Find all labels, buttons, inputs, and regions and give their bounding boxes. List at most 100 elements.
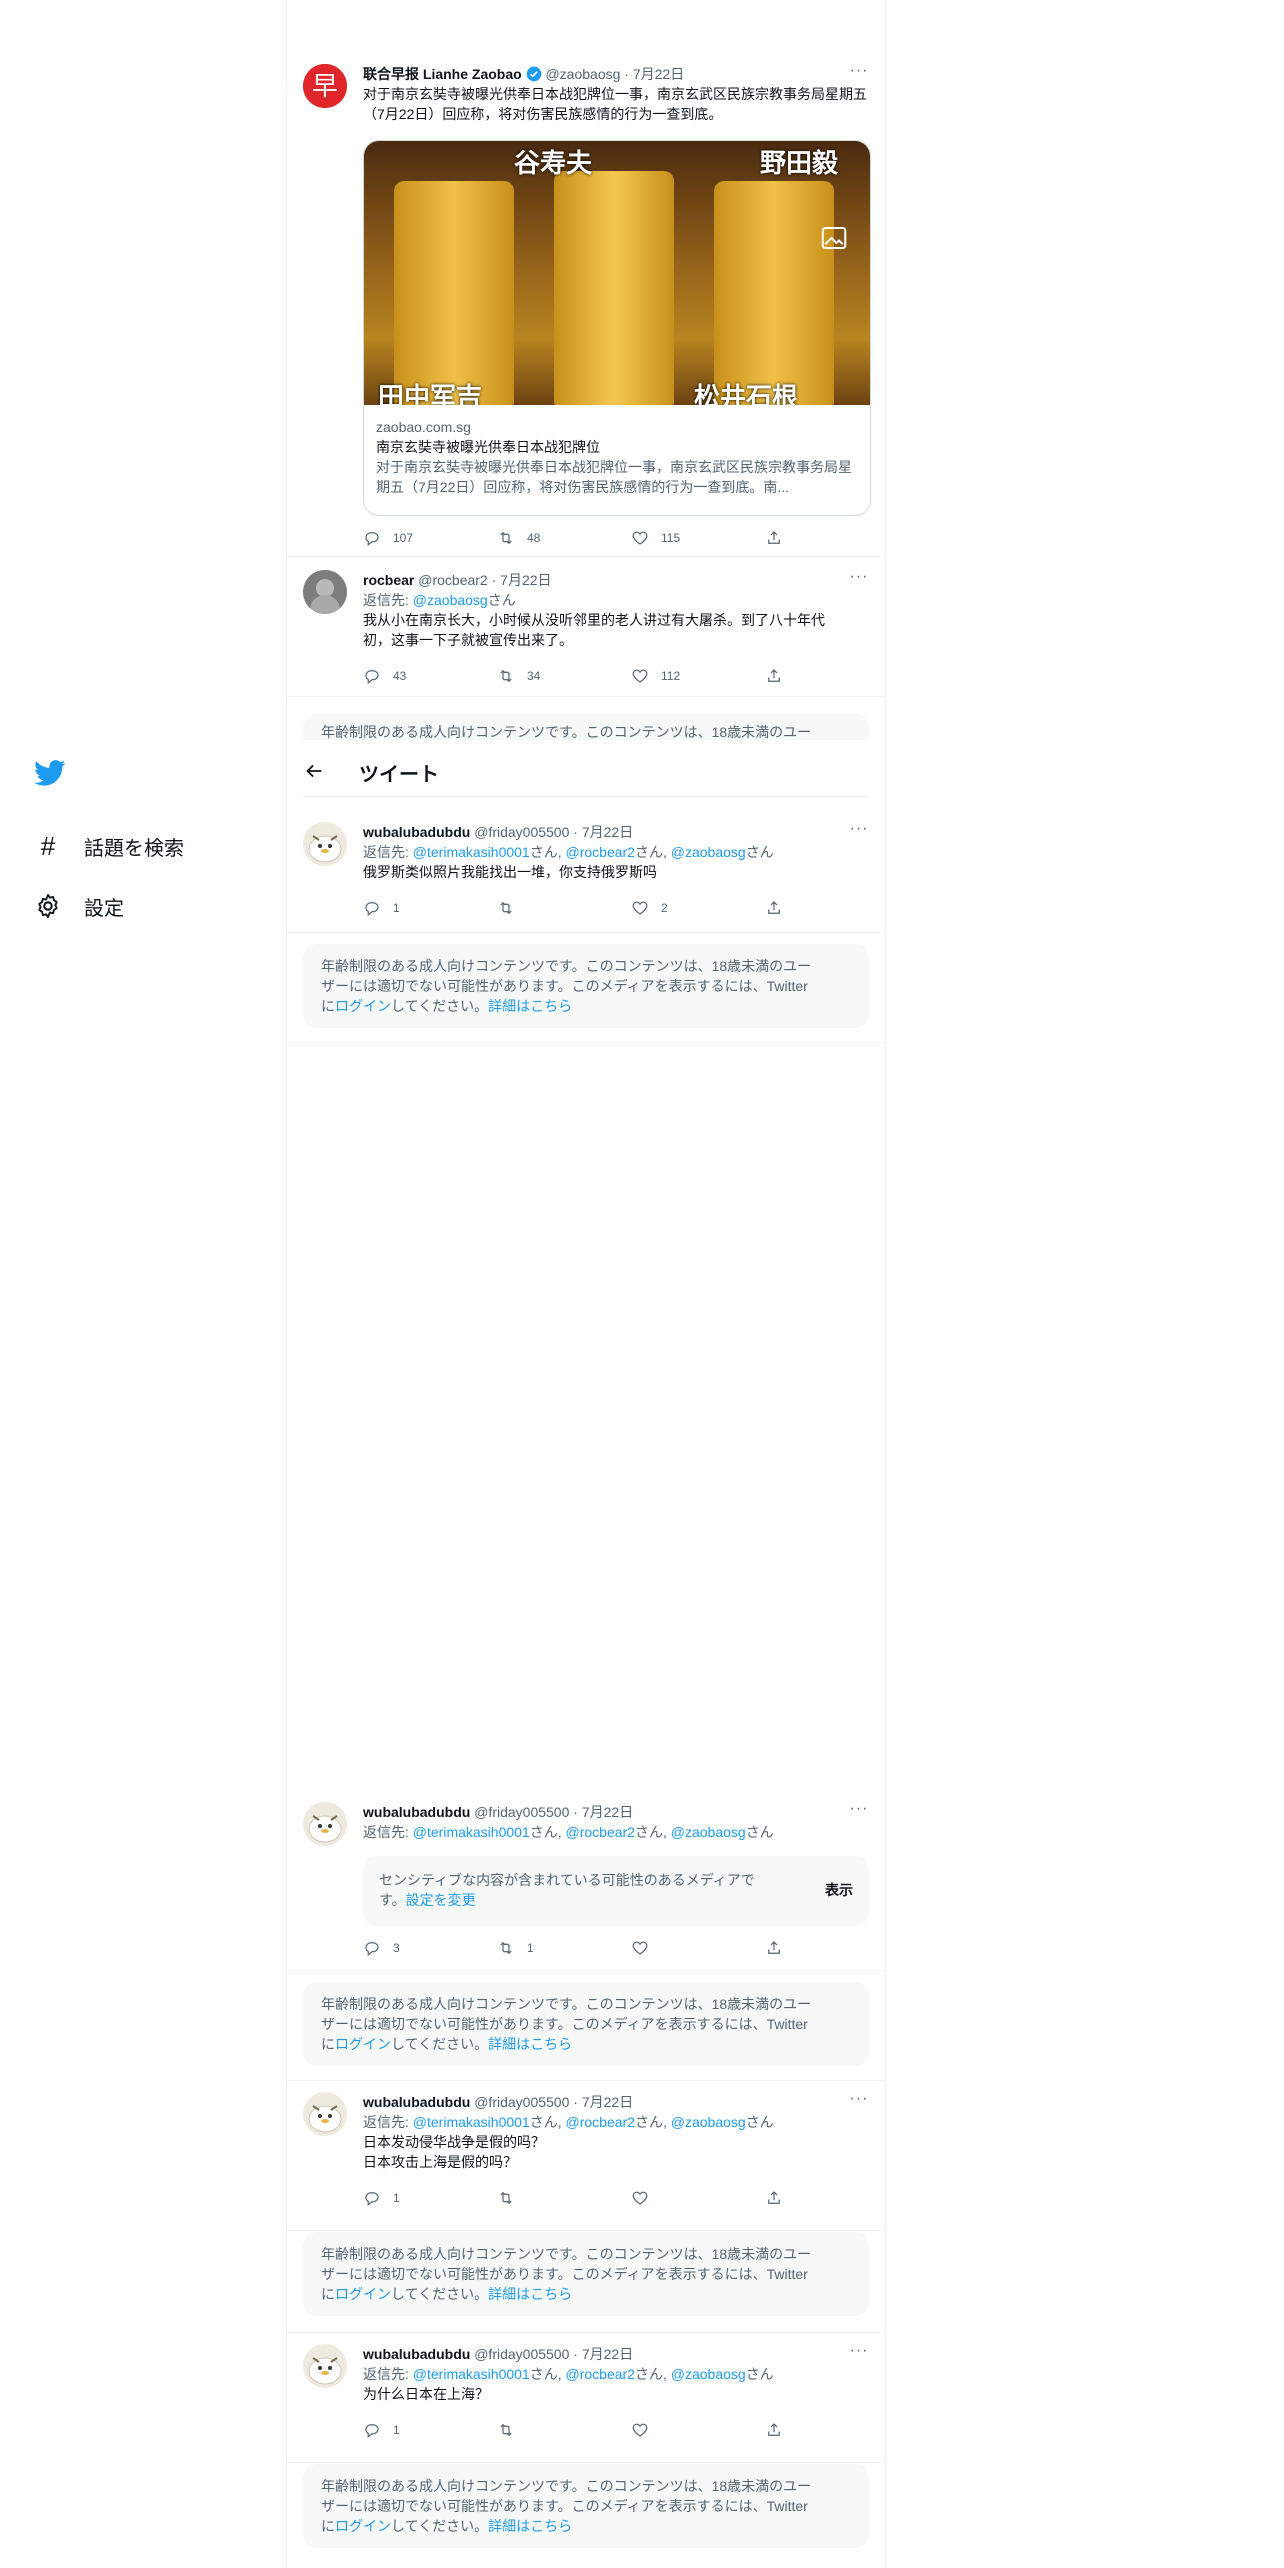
author-handle[interactable]: @friday005500: [474, 2094, 569, 2110]
sidebar-item-settings[interactable]: 設定: [34, 886, 124, 926]
heart-icon: [632, 531, 648, 545]
learn-more-link[interactable]: 詳細はこちら: [488, 2036, 572, 2052]
mention-link[interactable]: @zaobaosg: [671, 2114, 746, 2130]
reply-button[interactable]: 1: [363, 899, 497, 917]
mention-link[interactable]: @rocbear2: [566, 2114, 635, 2130]
mention-link[interactable]: @zaobaosg: [671, 844, 746, 860]
share-button[interactable]: [765, 899, 899, 917]
show-media-button[interactable]: 表示: [825, 1880, 853, 1900]
author-handle[interactable]: @rocbear2: [418, 572, 487, 588]
like-button[interactable]: 2: [631, 899, 765, 917]
tweet-reply[interactable]: rocbear @rocbear2 · 7月22日 返信先: @zaobaosg…: [287, 556, 885, 697]
mention-link[interactable]: @zaobaosg: [413, 592, 488, 608]
like-button[interactable]: [631, 2189, 765, 2207]
tweet-date[interactable]: 7月22日: [582, 824, 633, 840]
back-arrow-icon[interactable]: [303, 760, 327, 784]
avatar[interactable]: [303, 2092, 347, 2136]
tweet-reply[interactable]: wubalubadubdu @friday005500 · 7月22日 返信先:…: [287, 2080, 885, 2231]
tweet-reply[interactable]: wubalubadubdu @friday005500 · 7月22日 返信先:…: [287, 1790, 885, 1971]
link-card[interactable]: 谷寿夫 野田毅 田中军吉 松井石根 zaobao.com.sg 南京玄奘寺被曝光…: [363, 140, 871, 516]
more-options-icon[interactable]: ···: [849, 2091, 869, 2112]
author-name[interactable]: 联合早报 Lianhe Zaobao: [363, 66, 522, 82]
avatar[interactable]: 早: [303, 64, 347, 108]
avatar[interactable]: [303, 2344, 347, 2388]
tweet-date[interactable]: 7月22日: [582, 1804, 633, 1820]
reply-button[interactable]: 3: [363, 1939, 497, 1957]
more-options-icon[interactable]: ···: [849, 1801, 869, 1822]
tweet-original[interactable]: 早 联合早报 Lianhe Zaobao @zaobaosg · 7月22日 对…: [287, 50, 885, 557]
tweet-reply[interactable]: wubalubadubdu @friday005500 · 7月22日 返信先:…: [287, 2332, 885, 2463]
avatar[interactable]: [303, 1802, 347, 1846]
reply-button[interactable]: 107: [363, 529, 497, 547]
timeline-column: 早 联合早报 Lianhe Zaobao @zaobaosg · 7月22日 对…: [286, 0, 886, 2568]
like-button[interactable]: [631, 2421, 765, 2439]
mention-link[interactable]: @zaobaosg: [671, 1824, 746, 1840]
reply-button[interactable]: 1: [363, 2421, 497, 2439]
retweet-button[interactable]: 48: [497, 529, 631, 547]
share-button[interactable]: [765, 2189, 899, 2207]
share-button[interactable]: [765, 529, 899, 547]
mention-link[interactable]: @rocbear2: [566, 1824, 635, 1840]
mention-link[interactable]: @zaobaosg: [671, 2366, 746, 2382]
reply-icon: [365, 902, 379, 916]
login-link[interactable]: ログイン: [335, 2286, 391, 2302]
share-button[interactable]: [765, 667, 899, 685]
reply-icon: [365, 1942, 379, 1956]
author-name[interactable]: wubalubadubdu: [363, 824, 470, 840]
retweet-button[interactable]: [497, 2421, 631, 2439]
login-link[interactable]: ログイン: [335, 998, 391, 1014]
learn-more-link[interactable]: 詳細はこちら: [488, 2286, 572, 2302]
learn-more-link[interactable]: 詳細はこちら: [488, 998, 572, 1014]
author-name[interactable]: rocbear: [363, 572, 414, 588]
tweet-reply[interactable]: wubalubadubdu @friday005500 · 7月22日 返信先:…: [287, 812, 885, 933]
share-button[interactable]: [765, 1939, 899, 1957]
retweet-button[interactable]: 34: [497, 667, 631, 685]
mention-link[interactable]: @terimakasih0001: [413, 2366, 530, 2382]
more-options-icon[interactable]: ···: [849, 2343, 869, 2364]
like-button[interactable]: 112: [631, 667, 765, 685]
tweet-date[interactable]: 7月22日: [582, 2346, 633, 2362]
like-button[interactable]: 115: [631, 529, 765, 547]
avatar[interactable]: [303, 570, 347, 614]
more-options-icon[interactable]: ···: [849, 569, 869, 590]
author-handle[interactable]: @friday005500: [474, 1804, 569, 1820]
login-link[interactable]: ログイン: [335, 2518, 391, 2534]
reply-count: 1: [393, 2423, 400, 2437]
more-options-icon[interactable]: ···: [849, 821, 869, 842]
sidebar-item-label: 話題を検索: [84, 837, 184, 860]
change-settings-link[interactable]: 設定を変更: [406, 1892, 476, 1908]
tweet-date[interactable]: 7月22日: [633, 66, 684, 82]
mention-link[interactable]: @terimakasih0001: [413, 844, 530, 860]
tweet-date[interactable]: 7月22日: [500, 572, 551, 588]
learn-more-link[interactable]: 詳細はこちら: [488, 2518, 572, 2534]
avatar[interactable]: [303, 822, 347, 866]
like-button[interactable]: [631, 1939, 765, 1957]
twitter-bird-icon[interactable]: [34, 756, 66, 788]
more-options-icon[interactable]: ···: [849, 63, 869, 84]
sidebar-item-explore[interactable]: # 話題を検索: [34, 826, 184, 866]
share-button[interactable]: [765, 2421, 899, 2439]
author-name[interactable]: wubalubadubdu: [363, 2346, 470, 2362]
retweet-button[interactable]: [497, 899, 631, 917]
reply-button[interactable]: 43: [363, 667, 497, 685]
reply-button[interactable]: 1: [363, 2189, 497, 2207]
reply-icon: [365, 2192, 379, 2206]
author-handle[interactable]: @zaobaosg: [545, 66, 620, 82]
retweet-button[interactable]: [497, 2189, 631, 2207]
sidebar-item-label: 設定: [84, 897, 124, 920]
login-link[interactable]: ログイン: [335, 2036, 391, 2052]
tweet-date[interactable]: 7月22日: [582, 2094, 633, 2110]
mention-link[interactable]: @rocbear2: [566, 2366, 635, 2382]
mention-link[interactable]: @terimakasih0001: [413, 2114, 530, 2130]
mention-link[interactable]: @rocbear2: [566, 844, 635, 860]
author-handle[interactable]: @friday005500: [474, 2346, 569, 2362]
author-name[interactable]: wubalubadubdu: [363, 2094, 470, 2110]
mention-link[interactable]: @terimakasih0001: [413, 1824, 530, 1840]
retweet-button[interactable]: 1: [497, 1939, 631, 1957]
tweet-actions: 107 48 115: [363, 528, 899, 548]
author-handle[interactable]: @friday005500: [474, 824, 569, 840]
author-name[interactable]: wubalubadubdu: [363, 1804, 470, 1820]
verified-badge-icon: [526, 66, 542, 82]
card-image-label: 谷寿夫: [514, 148, 593, 178]
retweet-icon: [500, 669, 512, 683]
